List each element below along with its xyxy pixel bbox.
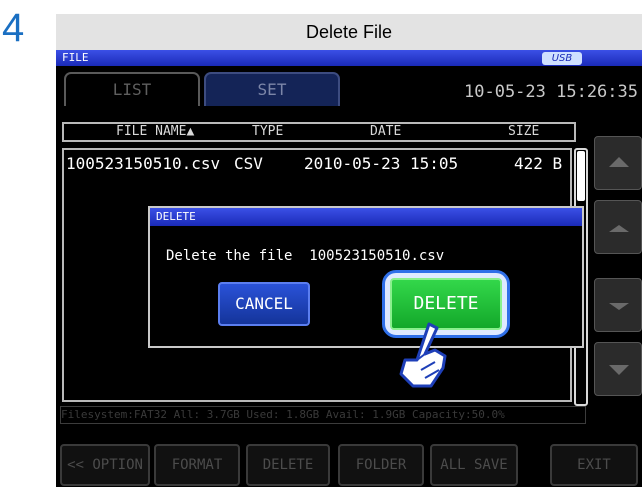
column-header-date[interactable]: DATE bbox=[370, 124, 401, 140]
scroll-up-button[interactable] bbox=[594, 200, 642, 254]
delete-dialog: DELETE Delete the file 100523150510.csv … bbox=[148, 206, 584, 348]
folder-button[interactable]: FOLDER bbox=[338, 444, 424, 486]
scrollbar-thumb[interactable] bbox=[577, 151, 585, 201]
device-screen: FILE USB LIST SET 10-05-23 15:26:35 FILE… bbox=[56, 50, 642, 487]
tab-set[interactable]: SET bbox=[204, 72, 340, 106]
file-row[interactable]: 100523150510.csv CSV 2010-05-23 15:05 42… bbox=[66, 152, 568, 176]
option-button[interactable]: << OPTION bbox=[60, 444, 150, 486]
column-header-size[interactable]: SIZE bbox=[508, 124, 539, 140]
file-name-cell: 100523150510.csv bbox=[66, 154, 221, 173]
dialog-title: DELETE bbox=[150, 208, 582, 226]
tab-list[interactable]: LIST bbox=[64, 72, 200, 106]
dialog-filename: 100523150510.csv bbox=[309, 248, 445, 264]
triangle-up-icon bbox=[609, 225, 629, 232]
triangle-up-icon bbox=[609, 157, 629, 167]
page-down-button[interactable] bbox=[594, 342, 642, 396]
dialog-message-text: Delete the file bbox=[166, 248, 293, 264]
usb-badge: USB bbox=[542, 52, 582, 65]
scroll-down-button[interactable] bbox=[594, 278, 642, 332]
dialog-message: Delete the file 100523150510.csv bbox=[166, 244, 566, 268]
file-type-cell: CSV bbox=[234, 154, 263, 173]
screen-title: FILE bbox=[62, 51, 89, 64]
pointing-hand-icon bbox=[399, 322, 447, 388]
column-header-name[interactable]: FILE NAME▲ bbox=[116, 124, 194, 140]
file-list-header: FILE NAME▲ TYPE DATE SIZE bbox=[62, 122, 576, 142]
step-number: 4 bbox=[2, 6, 25, 50]
file-date-cell: 2010-05-23 15:05 bbox=[304, 154, 459, 173]
filesystem-status: Filesystem:FAT32 All: 3.7GB Used: 1.8GB … bbox=[60, 406, 586, 424]
triangle-down-icon bbox=[609, 303, 629, 310]
exit-button[interactable]: EXIT bbox=[550, 444, 638, 486]
page-up-button[interactable] bbox=[594, 136, 642, 190]
format-button[interactable]: FORMAT bbox=[154, 444, 240, 486]
cancel-button[interactable]: CANCEL bbox=[218, 282, 310, 326]
page-caption: Delete File bbox=[56, 14, 642, 50]
all-save-button[interactable]: ALL SAVE bbox=[430, 444, 518, 486]
delete-function-button[interactable]: DELETE bbox=[246, 444, 330, 486]
column-header-type[interactable]: TYPE bbox=[252, 124, 283, 140]
clock-readout: 10-05-23 15:26:35 bbox=[464, 82, 638, 102]
triangle-down-icon bbox=[609, 365, 629, 375]
file-size-cell: 422 B bbox=[514, 154, 563, 173]
